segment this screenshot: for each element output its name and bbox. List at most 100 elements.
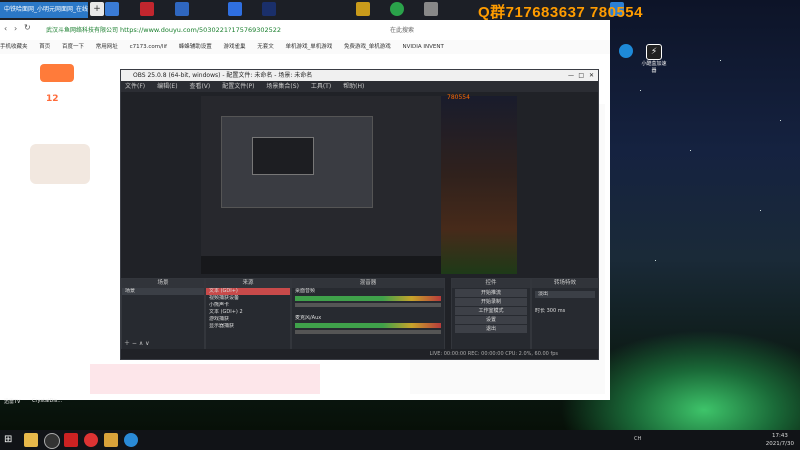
menu-view[interactable]: 查看(V)	[189, 83, 210, 90]
nested-obs-window	[221, 116, 373, 208]
app-icon[interactable]	[140, 2, 154, 16]
bookmark[interactable]: 首页	[39, 44, 50, 50]
scenes-dock: 场景 场景 ＋ − ∧ ∨	[121, 278, 205, 350]
app-icon[interactable]	[64, 433, 78, 447]
address-bar[interactable]: ‹ › ↻ 武汉斗鱼网络科技有限公司 https://www.douyu.com…	[0, 20, 610, 41]
minimize-icon[interactable]: —	[568, 70, 574, 81]
obs-window: OBS 25.0.8 (64-bit, windows) - 配置文件: 未命名…	[120, 69, 599, 360]
night-sky-capture: 780554	[441, 94, 517, 274]
bookmark[interactable]: c7173.com/lif	[130, 44, 167, 50]
menu-profile[interactable]: 配置文件(P)	[222, 83, 254, 90]
nested-taskbar	[201, 256, 441, 274]
forward-icon[interactable]: ›	[14, 24, 17, 33]
app-circle-icon	[619, 44, 633, 58]
star	[690, 150, 691, 151]
star	[760, 210, 761, 211]
app-icon[interactable]	[356, 2, 370, 16]
obs-taskbar-icon[interactable]	[44, 433, 60, 449]
douyu-logo	[40, 64, 74, 82]
qq-group-overlay: Q群717683637 780554	[478, 4, 643, 21]
source-item[interactable]: 游戏捕获	[206, 316, 290, 323]
bookmark[interactable]: 常用网址	[96, 44, 118, 50]
bookmarks-bar: 手机收藏夹 首页 百度一下 常用网址 c7173.com/lif 蜂蜂辅助设置 …	[0, 40, 610, 55]
url-text[interactable]: https://www.douyu.com/5030221?1757693025…	[120, 24, 300, 36]
mascot-image	[30, 144, 90, 184]
system-clock[interactable]: 17:43 2021/7/30	[766, 432, 794, 448]
start-recording-button[interactable]: 开始录制	[455, 298, 527, 306]
controls-dock: 控件 开始推流 开始录制 工作室模式 设置 退出	[451, 278, 531, 350]
source-item[interactable]: 视频捕获设备	[206, 295, 290, 302]
star	[640, 90, 641, 91]
bookmark[interactable]: NVIDIA INVENT	[403, 44, 444, 50]
mixer-channel-label: 桌面音频	[295, 288, 316, 294]
transition-duration[interactable]: 时长 300 ms	[532, 308, 598, 315]
bookmark[interactable]: 蜂蜂辅助设置	[179, 44, 212, 50]
transition-select[interactable]: 淡出	[535, 291, 595, 298]
source-item[interactable]: 显示器捕获	[206, 323, 290, 330]
obs-titlebar: OBS 25.0.8 (64-bit, windows) - 配置文件: 未命名…	[121, 70, 598, 81]
clock-date: 2021/7/30	[765, 441, 794, 447]
source-item[interactable]: 文本 (GDI+) 2	[206, 309, 290, 316]
desktop-shortcut-left[interactable]	[612, 44, 640, 70]
source-item[interactable]: 小熊声卡	[206, 302, 290, 309]
refresh-icon[interactable]: ↻	[24, 23, 31, 32]
desktop-shortcut-crystaldisk[interactable]: CrystalDis...	[32, 398, 72, 424]
app-icon[interactable]	[424, 2, 438, 16]
studio-mode-button[interactable]: 工作室模式	[455, 307, 527, 315]
bookmark[interactable]: 单机游戏_单机游戏	[285, 44, 332, 50]
scene-item[interactable]: 场景	[122, 288, 204, 295]
transitions-dock: 转场特效 淡出 时长 300 ms	[531, 278, 599, 350]
file-explorer-icon[interactable]	[24, 433, 38, 447]
bookmark[interactable]: 无套文	[257, 44, 274, 50]
bookmark[interactable]: 游戏雀巢	[223, 44, 245, 50]
app-icon[interactable]	[262, 2, 276, 16]
desktop-shortcut-xiaoku[interactable]: ⚡ 小酷盒加速器	[640, 44, 668, 74]
back-icon[interactable]: ‹	[4, 24, 7, 33]
mail-icon[interactable]	[228, 2, 242, 16]
bookmark[interactable]: 手机收藏夹	[0, 44, 28, 50]
nested-preview	[252, 137, 314, 175]
app-icon[interactable]	[84, 433, 98, 447]
bookmark[interactable]: 百度一下	[62, 44, 84, 50]
search-box[interactable]: 在此搜索	[390, 25, 414, 34]
desktop-icon-label: 小酷盒加速器	[641, 61, 667, 74]
close-icon[interactable]: ✕	[589, 70, 594, 81]
clock-time: 17:43	[771, 433, 788, 439]
volume-slider[interactable]	[295, 303, 441, 307]
settings-button[interactable]: 设置	[455, 316, 527, 324]
menu-help[interactable]: 帮助(H)	[343, 83, 364, 90]
volume-slider[interactable]	[295, 330, 441, 334]
app-icon[interactable]	[104, 433, 118, 447]
star	[720, 60, 721, 61]
windows-start-icon[interactable]: ⊞	[4, 433, 18, 447]
start-streaming-button[interactable]: 开始推流	[455, 289, 527, 297]
nested-capture	[201, 96, 441, 274]
bookmark[interactable]: 免费游戏_单机游戏	[344, 44, 391, 50]
app-icon[interactable]	[175, 2, 189, 16]
obs-title-text: OBS 25.0.8 (64-bit, windows) - 配置文件: 未命名…	[133, 72, 313, 79]
browser-tab[interactable]: 中铁哈面网_小明元网面网_在线观看	[0, 2, 88, 18]
menu-edit[interactable]: 编辑(E)	[157, 83, 177, 90]
preview-qq-overlay: 780554	[447, 94, 470, 101]
exit-button[interactable]: 退出	[455, 325, 527, 333]
obs-statusbar: LIVE: 00:00:00 REC: 00:00:00 CPU: 2.0%, …	[121, 349, 598, 359]
obs-menubar: 文件(F) 编辑(E) 查看(V) 配置文件(P) 场景集合(S) 工具(T) …	[121, 81, 598, 92]
obs-preview[interactable]: 780554	[201, 94, 517, 274]
input-language[interactable]: CH	[634, 436, 641, 442]
wechat-icon[interactable]	[390, 2, 404, 16]
browser-icon[interactable]	[124, 433, 138, 447]
dock-header: 场景	[122, 279, 204, 288]
desktop-icon-label: CrystalDis...	[32, 398, 63, 404]
dock-header: 来源	[206, 279, 290, 288]
maximize-icon[interactable]: □	[578, 70, 584, 81]
scene-add-remove-icons[interactable]: ＋ − ∧ ∨	[124, 338, 150, 347]
menu-file[interactable]: 文件(F)	[125, 83, 145, 90]
new-tab-icon[interactable]: +	[90, 2, 104, 16]
mixer-channel-label: 麦克风/Aux	[295, 315, 322, 321]
dock-header: 控件	[452, 279, 530, 288]
desktop-shortcut-tv[interactable]: 迅雷TV	[4, 398, 32, 424]
menu-scene-collection[interactable]: 场景集合(S)	[266, 83, 299, 90]
source-item[interactable]: 文本 (GDI+)	[206, 288, 290, 295]
app-icon[interactable]	[105, 2, 119, 16]
menu-tools[interactable]: 工具(T)	[311, 83, 331, 90]
